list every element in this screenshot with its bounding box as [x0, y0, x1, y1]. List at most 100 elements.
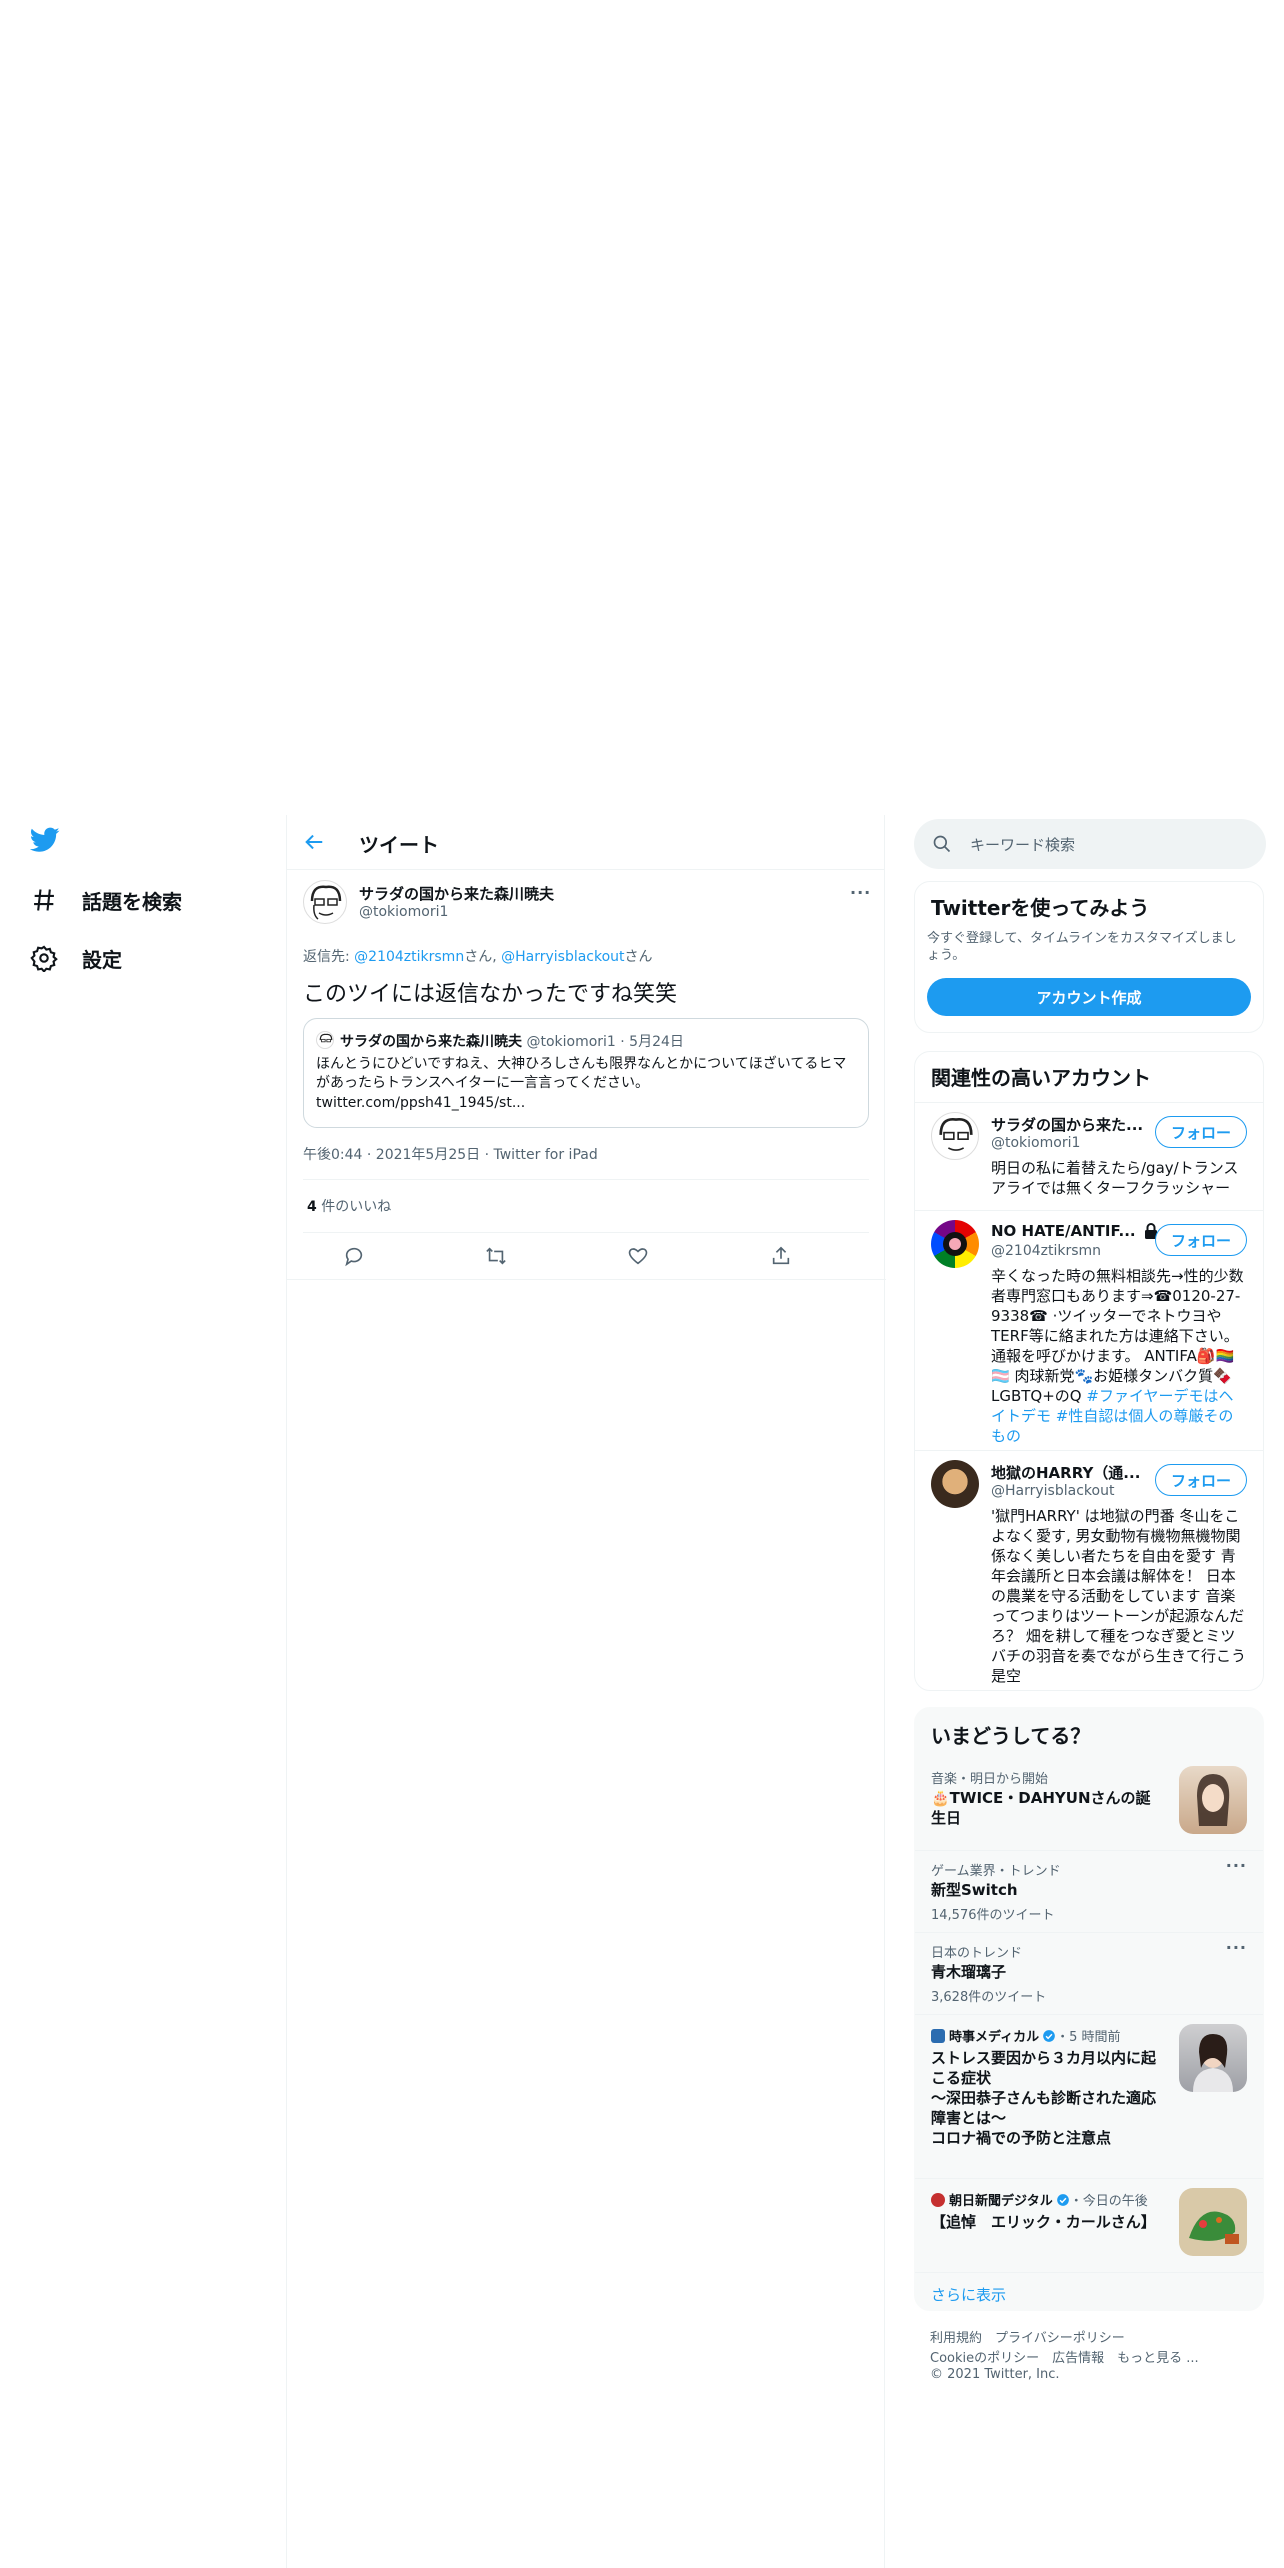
quoted-link[interactable]: twitter.com/ppsh41_1945/st... [316, 1095, 525, 1111]
news-source: 朝日新聞デジタル [949, 2194, 1053, 2209]
account-name[interactable]: NO HATE/ANTIF... [991, 1222, 1136, 1240]
avatar[interactable] [931, 1460, 979, 1508]
author-name[interactable]: サラダの国から来た森川暁夫 [359, 883, 554, 904]
divider [915, 2272, 1263, 2273]
reply-suffix: さん, [464, 949, 502, 965]
copyright: © 2021 Twitter, Inc. [930, 2367, 1060, 2382]
divider [915, 1850, 1263, 1851]
twitter-logo-icon[interactable] [30, 827, 60, 853]
account-name-row: NO HATE/ANTIF... [991, 1222, 1158, 1240]
trend-meta: ゲーム業界・トレンド [931, 1864, 1061, 1879]
signup-subtitle-line: 今すぐ登録して、タイムラインをカスタマイズしまし [927, 931, 1237, 946]
verified-badge-icon [1056, 2193, 1070, 2207]
follow-button[interactable]: フォロー [1155, 1224, 1247, 1256]
reply-to-line: 返信先: @2104ztikrsmnさん, @Harryisblackoutさん [303, 946, 653, 966]
trend-title[interactable]: 🎂TWICE・DAHYUNさんの誕生日 [931, 1788, 1163, 1828]
news-time: ・5 時間前 [1056, 2030, 1121, 2045]
trend-image [1179, 2024, 1247, 2092]
trend-title[interactable]: ストレス要因から３カ月以内に起こる症状 ～深田恭子さんも診断された適応障害とは～… [931, 2048, 1163, 2148]
news-source: 時事メディカル [949, 2030, 1040, 2045]
account-name[interactable]: サラダの国から来た... [991, 1114, 1143, 1135]
quoted-text: ほんとうにひどいですねえ、大神ひろしさんも限界なんとかについてほざいてるヒマがあ… [316, 1056, 847, 1091]
reply-user-link[interactable]: @2104ztikrsmn [354, 949, 464, 965]
search-icon [932, 834, 952, 854]
likes-count[interactable]: 4 件のいいね [307, 1196, 391, 1216]
back-arrow-icon[interactable] [303, 831, 325, 853]
account-handle[interactable]: @2104ztikrsmn [991, 1243, 1101, 1259]
trend-meta: 音楽・明日から開始 [931, 1772, 1049, 1787]
trend-image [1179, 2188, 1247, 2256]
signup-title: Twitterを使ってみよう [931, 896, 1150, 920]
divider [915, 2178, 1263, 2179]
more-options-icon[interactable]: ··· [1226, 1856, 1247, 1875]
divider [915, 1210, 1263, 1211]
avatar[interactable] [931, 1220, 979, 1268]
signup-card: Twitterを使ってみよう 今すぐ登録して、タイムラインをカスタマイズしまし … [914, 881, 1264, 1033]
search-input[interactable]: キーワード検索 [970, 834, 1075, 855]
nav-item-label: 話題を検索 [82, 889, 182, 914]
footer-links[interactable]: Cookieのポリシー 広告情報 もっと見る ... [930, 2347, 1199, 2366]
hashtag-icon [30, 886, 58, 914]
divider [915, 1450, 1263, 1451]
trend-title[interactable]: 新型Switch [931, 1880, 1018, 1900]
divider [303, 1179, 869, 1180]
trend-count: 14,576件のツイート [931, 1908, 1055, 1923]
nav-item-settings[interactable]: 設定 [30, 938, 122, 978]
signup-subtitle-line: ょう。 [927, 948, 966, 963]
quoted-meta: @tokiomori1 · 5月24日 [526, 1034, 684, 1050]
account-bio: 明日の私に着替えたら/gay/トランスアライでは無くターフクラッシャー [991, 1159, 1239, 1197]
follow-button[interactable]: フォロー [1155, 1116, 1247, 1148]
avatar[interactable] [931, 1112, 979, 1160]
page-header: ツイート [287, 815, 884, 870]
news-meta: 朝日新聞デジタル ・今日の午後 [931, 2190, 1148, 2209]
like-icon[interactable] [627, 1245, 649, 1267]
create-account-button[interactable]: アカウント作成 [927, 978, 1251, 1016]
retweet-icon[interactable] [484, 1245, 508, 1267]
relevant-title: 関連性の高いアカウント [931, 1066, 1151, 1090]
quoted-avatar [316, 1031, 334, 1049]
quoted-author-name: サラダの国から来た森川暁夫 [340, 1034, 522, 1050]
more-options-icon[interactable]: ··· [850, 883, 871, 902]
trend-title[interactable]: 青木瑠璃子 [931, 1962, 1006, 1982]
reply-user-link[interactable]: @Harryisblackout [501, 949, 624, 965]
tweet-timestamp[interactable]: 午後0:44 · 2021年5月25日 · Twitter for iPad [303, 1144, 598, 1164]
account-handle[interactable]: @Harryisblackout [991, 1483, 1114, 1499]
news-meta: 時事メディカル ・5 時間前 [931, 2026, 1121, 2045]
avatar[interactable] [303, 880, 347, 924]
share-icon[interactable] [770, 1245, 792, 1267]
page-title: ツイート [359, 833, 439, 857]
signup-subtitle: 今すぐ登録して、タイムラインをカスタマイズしまし ょう。 [927, 930, 1237, 964]
account-bio-text: 辛くなった時の無料相談先→性的少数者専門窓口もあります⇒☎0120-27-933… [991, 1267, 1244, 1405]
quoted-tweet[interactable]: サラダの国から来た森川暁夫 @tokiomori1 · 5月24日 ほんとうにひ… [303, 1018, 869, 1128]
left-nav: 話題を検索 設定 [0, 815, 286, 2568]
show-more-link[interactable]: さらに表示 [931, 2284, 1006, 2305]
footer-links[interactable]: 利用規約 プライバシーポリシー [930, 2327, 1125, 2346]
likes-label: 件のいいね [316, 1199, 392, 1215]
trends-title: いまどうしてる？ [931, 1724, 1091, 1748]
news-time: ・今日の午後 [1069, 2194, 1148, 2209]
divider [915, 2014, 1263, 2015]
trend-image [1179, 1766, 1247, 1834]
verified-badge-icon [1042, 2029, 1056, 2043]
sidebar-column: キーワード検索 Twitterを使ってみよう 今すぐ登録して、タイムラインをカス… [914, 815, 1266, 2568]
nav-item-explore[interactable]: 話題を検索 [30, 880, 182, 920]
account-bio: 辛くなった時の無料相談先→性的少数者専門窓口もあります⇒☎0120-27-933… [991, 1266, 1247, 1446]
trends-card: いまどうしてる？ 音楽・明日から開始 🎂TWICE・DAHYUNさんの誕生日 ゲ… [914, 1707, 1264, 2311]
divider [915, 1102, 1263, 1103]
tweet-text: このツイには返信なかったですね笑笑 [303, 982, 678, 1007]
account-handle[interactable]: @tokiomori1 [991, 1135, 1080, 1151]
divider [287, 1279, 886, 1280]
main-column: ツイート サラダの国から来た森川暁夫 @tokiomori1 ··· 返信先: … [286, 815, 886, 2568]
follow-button[interactable]: フォロー [1155, 1464, 1247, 1496]
trend-meta: 日本のトレンド [931, 1946, 1023, 1961]
reply-icon[interactable] [343, 1245, 365, 1267]
trend-title[interactable]: 【追悼 エリック・カールさん】 [931, 2212, 1163, 2232]
search-box[interactable]: キーワード検索 [914, 819, 1266, 869]
divider [303, 1232, 869, 1233]
author-handle[interactable]: @tokiomori1 [359, 904, 448, 920]
reply-suffix: さん [624, 949, 653, 965]
more-options-icon[interactable]: ··· [1226, 1938, 1247, 1957]
account-name[interactable]: 地獄のHARRY（通... [991, 1462, 1140, 1483]
account-bio: '獄門HARRY' は地獄の門番 冬山をこよなく愛す, 男女動物有機物無機物関係… [991, 1507, 1247, 1685]
news-source-icon [931, 2192, 945, 2207]
